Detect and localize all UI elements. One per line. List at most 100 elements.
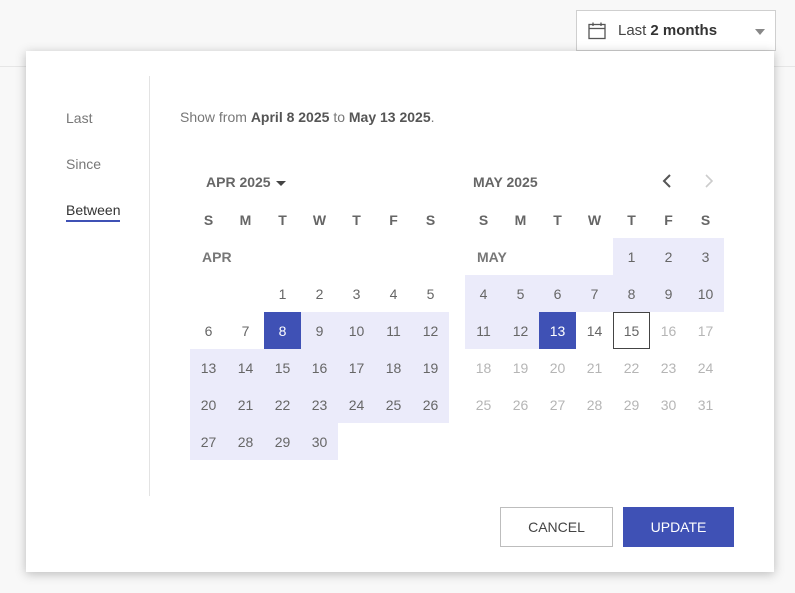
day-cell[interactable]: 22 — [264, 386, 301, 423]
day-cell[interactable]: 18 — [375, 349, 412, 386]
weekday-header: T — [553, 211, 562, 228]
day-cell[interactable]: 27 — [190, 423, 227, 460]
day-cell[interactable]: 10 — [687, 275, 724, 312]
day-cell[interactable]: 19 — [412, 349, 449, 386]
day-cell[interactable]: 30 — [301, 423, 338, 460]
update-button[interactable]: UPDATE — [623, 507, 734, 547]
day-cell[interactable]: 7 — [227, 312, 264, 349]
chevron-left-icon — [662, 174, 671, 188]
day-cell[interactable]: 5 — [502, 275, 539, 312]
sidebar-item-last[interactable]: Last — [66, 110, 92, 126]
day-cell[interactable]: 23 — [301, 386, 338, 423]
sidebar-item-between[interactable]: Between — [66, 202, 121, 222]
day-cell[interactable]: 8 — [613, 275, 650, 312]
day-cell[interactable]: 2 — [301, 275, 338, 312]
weekday-header: T — [627, 211, 636, 228]
day-cell[interactable]: 4 — [465, 275, 502, 312]
day-cell[interactable]: 7 — [576, 275, 613, 312]
day-cell: 19 — [512, 359, 529, 376]
weekday-header: T — [352, 211, 361, 228]
month-label: APR — [202, 248, 232, 265]
weekday-header: W — [312, 211, 327, 228]
day-cell[interactable]: 9 — [301, 312, 338, 349]
day-cell[interactable]: 21 — [227, 386, 264, 423]
sidebar-item-since[interactable]: Since — [66, 156, 101, 172]
day-cell[interactable]: 10 — [338, 312, 375, 349]
day-cell[interactable]: 9 — [650, 275, 687, 312]
day-cell[interactable]: 12 — [412, 312, 449, 349]
day-cell[interactable]: 15 — [613, 312, 650, 349]
weekday-header: W — [587, 211, 602, 228]
caret-down-icon — [275, 180, 286, 186]
month-title-text: APR 2025 — [206, 174, 271, 190]
day-cell[interactable]: 28 — [227, 423, 264, 460]
day-cell[interactable]: 3 — [338, 275, 375, 312]
day-cell: 22 — [623, 359, 640, 376]
summary-to: May 13 2025 — [348, 109, 431, 125]
day-cell[interactable]: 13 — [539, 312, 576, 349]
day-cell[interactable]: 25 — [375, 386, 412, 423]
day-cell: 21 — [586, 359, 603, 376]
day-cell[interactable]: 26 — [412, 386, 449, 423]
date-picker-panel: Last Since Between Show from April 8 202… — [26, 51, 774, 572]
month-title-apr[interactable]: APR 2025 — [206, 174, 286, 190]
day-cell: 20 — [549, 359, 566, 376]
day-cell[interactable]: 12 — [502, 312, 539, 349]
day-cell: 29 — [623, 396, 640, 413]
weekday-header: F — [389, 211, 398, 228]
weekday-header: S — [478, 211, 489, 228]
chevron-right-icon — [705, 174, 714, 188]
day-cell: 24 — [697, 359, 714, 376]
day-cell[interactable]: 11 — [465, 312, 502, 349]
day-cell: 30 — [660, 396, 677, 413]
day-cell: 23 — [660, 359, 677, 376]
day-cell[interactable]: 4 — [375, 275, 412, 312]
day-cell[interactable]: 6 — [539, 275, 576, 312]
day-cell[interactable]: 2 — [650, 238, 687, 275]
day-cell: 26 — [512, 396, 529, 413]
day-cell[interactable]: 14 — [576, 312, 613, 349]
mode-sidebar: Last Since Between — [26, 76, 150, 496]
summary-prefix: Show from — [180, 109, 247, 125]
weekday-header: F — [664, 211, 673, 228]
summary-middle: to — [333, 109, 345, 125]
weekday-header: S — [700, 211, 711, 228]
day-cell[interactable]: 29 — [264, 423, 301, 460]
day-cell[interactable]: 16 — [301, 349, 338, 386]
day-cell[interactable]: 8 — [264, 312, 301, 349]
day-cell: 31 — [697, 396, 714, 413]
caret-down-icon — [755, 29, 765, 35]
day-cell[interactable]: 20 — [190, 386, 227, 423]
day-cell[interactable]: 6 — [190, 312, 227, 349]
cancel-button[interactable]: CANCEL — [500, 507, 613, 547]
day-cell: 16 — [660, 322, 677, 339]
day-cell: 17 — [697, 322, 714, 339]
day-cell[interactable]: 1 — [613, 238, 650, 275]
date-range-button[interactable]: Last 2 months — [576, 10, 776, 51]
day-cell[interactable]: 11 — [375, 312, 412, 349]
day-cell[interactable]: 5 — [412, 275, 449, 312]
day-cell[interactable]: 15 — [264, 349, 301, 386]
month-label: MAY — [477, 248, 507, 265]
weekday-header: M — [239, 211, 252, 228]
day-cell[interactable]: 1 — [264, 275, 301, 312]
day-cell: 25 — [475, 396, 492, 413]
next-month-button[interactable] — [698, 171, 718, 191]
day-cell[interactable]: 14 — [227, 349, 264, 386]
weekday-header: M — [514, 211, 527, 228]
day-cell[interactable]: 24 — [338, 386, 375, 423]
weekday-header: S — [425, 211, 436, 228]
range-value: 2 months — [650, 22, 718, 39]
day-cell: 28 — [586, 396, 603, 413]
month-title-may: MAY 2025 — [473, 174, 538, 190]
range-summary: Show from April 8 2025 to May 13 2025. — [180, 109, 435, 125]
day-cell: 27 — [549, 396, 566, 413]
weekday-header: T — [278, 211, 287, 228]
day-cell: 18 — [475, 359, 492, 376]
summary-from: April 8 2025 — [250, 109, 330, 125]
day-cell[interactable]: 13 — [190, 349, 227, 386]
prev-month-button[interactable] — [658, 171, 678, 191]
day-cell[interactable]: 17 — [338, 349, 375, 386]
summary-suffix: . — [430, 109, 435, 125]
day-cell[interactable]: 3 — [687, 238, 724, 275]
